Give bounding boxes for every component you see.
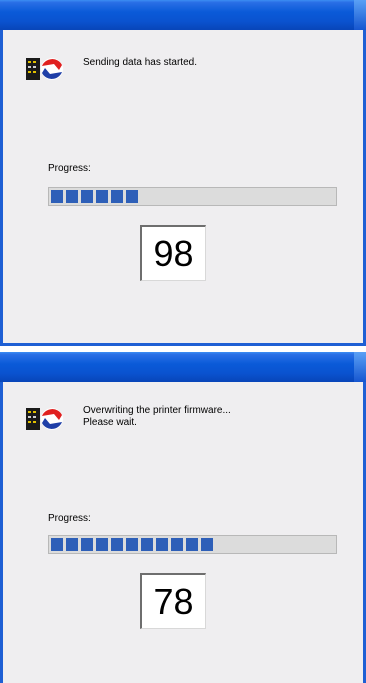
progress-segment xyxy=(126,538,138,551)
progress-segment xyxy=(156,538,168,551)
progress-segment xyxy=(51,190,63,203)
progress-segment xyxy=(51,538,63,551)
progress-segment xyxy=(96,538,108,551)
progress-segment xyxy=(186,538,198,551)
countdown-counter: 78 xyxy=(140,573,206,629)
status-message: Overwriting the printer firmware... Plea… xyxy=(83,405,231,429)
dialog-client-area: Overwriting the printer firmware... Plea… xyxy=(3,382,363,683)
title-bar-edge xyxy=(354,0,366,30)
title-bar[interactable] xyxy=(0,352,366,382)
countdown-counter: 98 xyxy=(140,225,206,281)
progress-label: Progress: xyxy=(48,163,91,174)
progress-segment xyxy=(141,538,153,551)
progress-segment xyxy=(66,538,78,551)
title-bar-edge xyxy=(354,352,366,382)
dialog-client-area: Sending data has started. Progress: 98 xyxy=(3,30,363,343)
progress-segment xyxy=(81,190,93,203)
progress-segment xyxy=(66,190,78,203)
progress-bar-fill xyxy=(51,190,138,203)
printer-firmware-update-icon xyxy=(24,54,68,84)
progress-segment xyxy=(171,538,183,551)
progress-bar-fill xyxy=(51,538,213,551)
progress-segment xyxy=(201,538,213,551)
progress-segment xyxy=(111,190,123,203)
printer-firmware-update-icon xyxy=(24,404,68,434)
progress-segment xyxy=(81,538,93,551)
progress-segment xyxy=(111,538,123,551)
progress-segment xyxy=(96,190,108,203)
progress-segment xyxy=(126,190,138,203)
overwriting-firmware-dialog: Overwriting the printer firmware... Plea… xyxy=(0,352,366,683)
progress-label: Progress: xyxy=(48,513,91,524)
status-message-line-1: Overwriting the printer firmware... xyxy=(83,405,231,416)
status-message-line-2: Please wait. xyxy=(83,417,137,428)
title-bar[interactable] xyxy=(0,0,366,30)
progress-bar xyxy=(48,535,337,554)
sending-data-dialog: Sending data has started. Progress: 98 xyxy=(0,0,366,346)
progress-bar xyxy=(48,187,337,206)
status-message: Sending data has started. xyxy=(83,57,197,68)
